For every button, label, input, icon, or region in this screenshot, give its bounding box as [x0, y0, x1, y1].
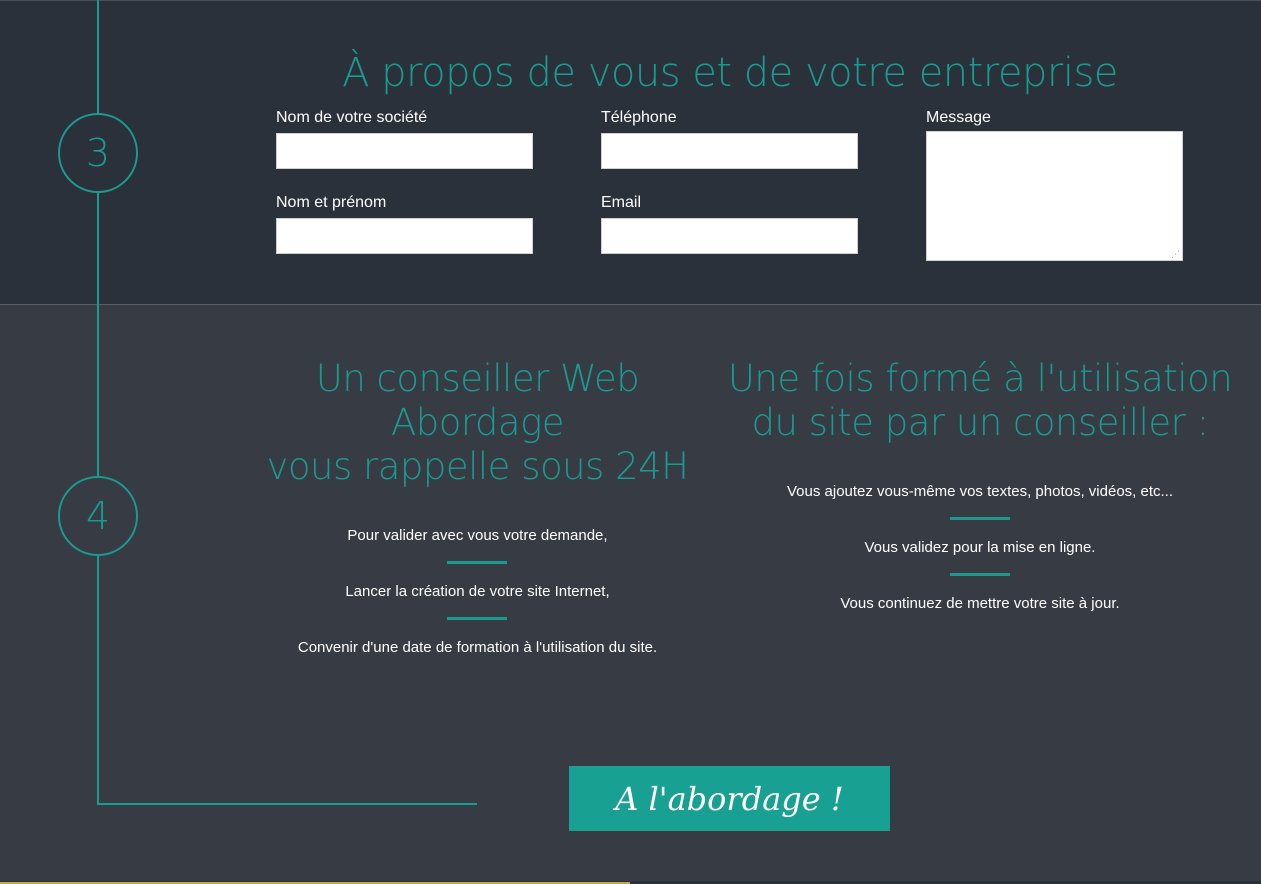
fullname-input[interactable] — [276, 218, 533, 254]
timeline-horizontal-line — [97, 803, 477, 805]
step-4-circle: 4 — [58, 476, 138, 556]
message-label: Message — [926, 109, 991, 126]
email-input[interactable] — [601, 218, 858, 254]
page: 3 4 À propos de vous et de votre entrepr… — [0, 0, 1261, 884]
company-input[interactable] — [276, 133, 533, 169]
callback-title-line-1: Un conseiller Web — [315, 357, 640, 400]
callback-step-2: Lancer la création de votre site Interne… — [345, 583, 610, 600]
after-training-step-1: Vous ajoutez vous-même vos textes, photo… — [786, 483, 1174, 500]
callback-step-1: Pour valider avec vous votre demande, — [347, 527, 608, 544]
separator — [447, 561, 507, 564]
resize-grip-icon[interactable]: ⋰ — [1171, 250, 1180, 259]
section-3-title: À propos de vous et de votre entreprise — [342, 50, 1118, 96]
after-training-title-line-2: du site par un conseiller : — [751, 401, 1209, 444]
after-training-step-2: Vous validez pour la mise en ligne. — [864, 539, 1096, 556]
separator — [447, 617, 507, 620]
fullname-label: Nom et prénom — [276, 194, 387, 211]
callback-title: Un conseiller Web Abordage vous rappelle… — [250, 357, 705, 489]
message-textarea-wrapper: ⋰ — [926, 131, 1183, 261]
company-label: Nom de votre société — [276, 109, 428, 126]
callback-title-line-2: Abordage — [390, 401, 565, 444]
separator — [950, 517, 1010, 520]
callback-title-line-3: vous rappelle sous 24H — [266, 445, 689, 488]
callback-step-3: Convenir d'une date de formation à l'uti… — [297, 639, 658, 656]
message-textarea[interactable] — [926, 131, 1183, 261]
after-training-step-3: Vous continuez de mettre votre site à jo… — [840, 595, 1120, 612]
separator — [950, 573, 1010, 576]
email-label: Email — [601, 194, 642, 211]
after-training-title-line-1: Une fois formé à l'utilisation — [727, 357, 1233, 400]
phone-label: Téléphone — [601, 109, 677, 126]
phone-input[interactable] — [601, 133, 858, 169]
step-3-circle: 3 — [58, 113, 138, 193]
after-training-title: Une fois formé à l'utilisation du site p… — [720, 357, 1240, 445]
abordage-button[interactable]: A l'abordage ! — [569, 766, 890, 831]
